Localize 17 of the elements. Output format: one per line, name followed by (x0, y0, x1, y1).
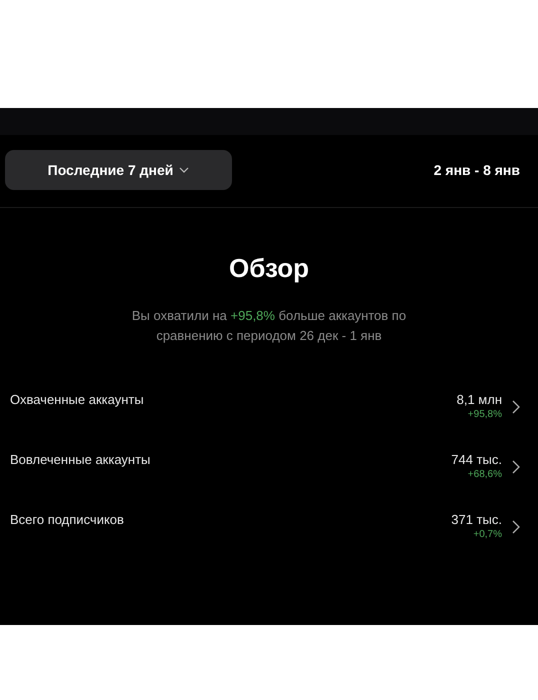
overview-summary: Вы охватили на +95,8% больше аккаунтов по сравнению с периодом 26 дек - 1 янв (130, 307, 408, 345)
metric-label: Всего подписчиков (10, 512, 125, 527)
chevron-down-icon (179, 167, 190, 173)
date-range: 2 янв - 8 янв (434, 162, 520, 178)
chevron-right-icon[interactable] (512, 460, 520, 474)
metric-change: +68,6% (468, 469, 502, 480)
metric-label: Вовлеченные аккаунты (10, 452, 152, 467)
chevron-right-icon[interactable] (512, 520, 520, 534)
chevron-right-icon[interactable] (512, 400, 520, 414)
overview-title: Обзор (228, 253, 310, 284)
metric-change: +95,8% (468, 409, 502, 420)
metric-value: 8,1 млн (456, 392, 502, 407)
metric-label: Охваченные аккаунты (10, 392, 145, 407)
metric-value: 744 тыс. (451, 452, 502, 467)
metric-value: 371 тыс. (451, 512, 502, 527)
metric-change: +0,7% (473, 529, 502, 540)
period-dropdown[interactable]: Последние 7 дней (5, 150, 232, 190)
